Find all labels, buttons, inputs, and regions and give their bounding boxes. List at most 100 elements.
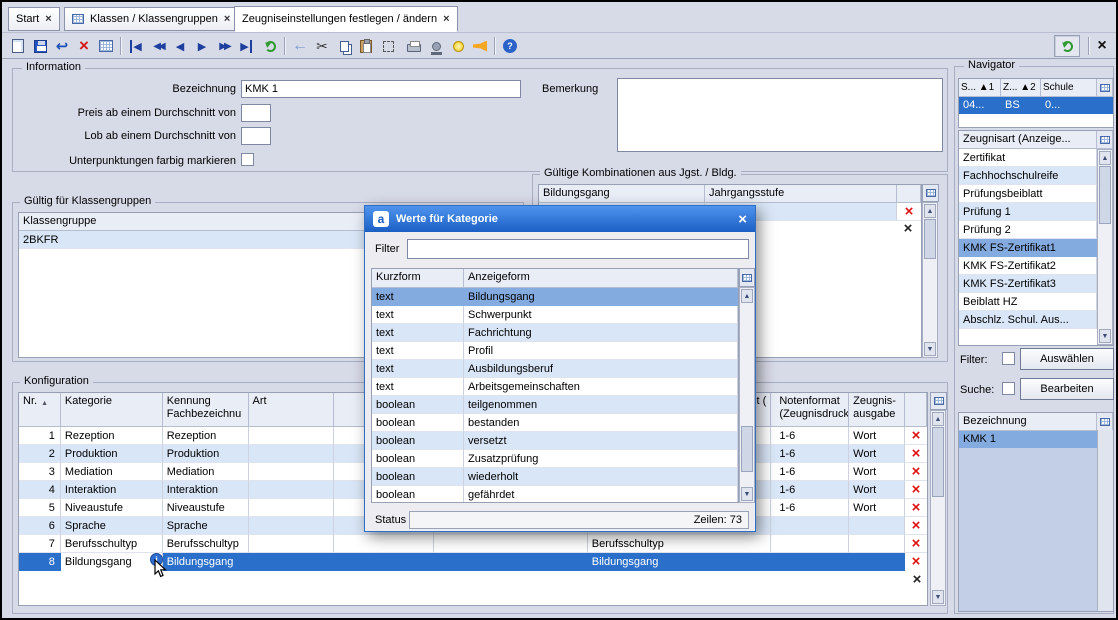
select-area-button[interactable] <box>378 36 398 56</box>
delete-row-button[interactable]: × <box>905 427 927 445</box>
cell-kategorie-editing[interactable]: Bildungsgang <box>61 553 163 571</box>
table-row[interactable]: textSchwerpunkt <box>372 306 738 324</box>
table-row[interactable]: 7 Berufsschultyp Berufsschultyp Berufssc… <box>19 535 927 553</box>
undo-button[interactable]: ↩ <box>52 36 72 56</box>
paste-button[interactable] <box>356 36 376 56</box>
column-header-notenformat[interactable]: Notenformat(Zeugnisdruck <box>771 393 849 427</box>
list-item-selected[interactable]: KMK FS-Zertifikat1 <box>959 239 1113 257</box>
column-header-zeugnisart[interactable]: Zeugnisart (Anzeige... <box>959 131 1097 149</box>
column-header-bildungsgang[interactable]: Bildungsgang <box>539 185 705 203</box>
delete-row-button[interactable]: × <box>905 535 927 553</box>
stamp-button[interactable] <box>426 36 446 56</box>
bezeichnung-scrollbar[interactable] <box>1097 430 1113 611</box>
table-row-selected[interactable]: textBildungsgang <box>372 288 738 306</box>
filter-input[interactable] <box>407 239 749 259</box>
clear-row-button[interactable]: × <box>906 572 928 587</box>
column-header-kurzform[interactable]: Kurzform <box>372 269 464 288</box>
cut-button[interactable]: ✂ <box>312 36 332 56</box>
new-document-button[interactable] <box>8 36 28 56</box>
column-header-kategorie[interactable]: Kategorie <box>61 393 163 427</box>
delete-button[interactable]: × <box>74 36 94 56</box>
table-menu-button[interactable] <box>1097 79 1113 97</box>
school-row-selected[interactable]: 04... BS 0... <box>959 97 1113 114</box>
save-button[interactable] <box>30 36 50 56</box>
back-button[interactable]: ← <box>290 36 310 56</box>
table-row[interactable]: booleanwiederholt <box>372 468 738 486</box>
list-item[interactable]: Zertifikat <box>959 149 1113 167</box>
print-button[interactable] <box>404 36 424 56</box>
column-header-z[interactable]: Z... ▲2 <box>1001 79 1041 97</box>
dialog-titlebar[interactable]: a Werte für Kategorie × <box>365 206 755 232</box>
column-header-s[interactable]: S... ▲1 <box>959 79 1001 97</box>
list-item[interactable]: KMK FS-Zertifikat3 <box>959 275 1113 293</box>
nav-first-button[interactable]: ◀ <box>126 36 146 56</box>
nav-prev-page-button[interactable]: ◀◀ <box>148 36 168 56</box>
komb-scrollbar[interactable]: ▲ ▼ <box>922 202 938 358</box>
column-header-bezeichnung[interactable]: Bezeichnung <box>959 413 1097 431</box>
tab-zeugniseinstellungen[interactable]: Zeugniseinstellungen festlegen / ändern … <box>234 6 458 32</box>
clear-row-button[interactable]: × <box>896 221 920 236</box>
help-button[interactable]: ? <box>500 36 520 56</box>
list-item[interactable]: Beiblatt HZ <box>959 293 1113 311</box>
list-item[interactable]: Fachhochschulreife <box>959 167 1113 185</box>
konfig-scrollbar[interactable]: ▲ ▼ <box>930 410 946 606</box>
scroll-thumb[interactable] <box>932 427 944 497</box>
table-row[interactable]: booleanZusatzprüfung <box>372 450 738 468</box>
list-item[interactable]: Prüfungsbeiblatt <box>959 185 1113 203</box>
close-panel-button[interactable]: × <box>1092 36 1112 56</box>
column-header-art[interactable]: Art <box>249 393 335 427</box>
list-item[interactable]: KMK FS-Zertifikat2 <box>959 257 1113 275</box>
auswaehlen-button[interactable]: Auswählen <box>1020 348 1114 370</box>
table-menu-button[interactable] <box>1097 131 1113 149</box>
refresh-view-button[interactable] <box>1054 35 1080 57</box>
table-row[interactable]: textArbeitsgemeinschaften <box>372 378 738 396</box>
scroll-down-icon[interactable]: ▼ <box>924 342 936 356</box>
tab-klassen[interactable]: Klassen / Klassengruppen × <box>64 7 238 31</box>
nav-last-button[interactable]: ▶ <box>236 36 256 56</box>
column-header-anzeigeform[interactable]: Anzeigeform <box>464 269 738 288</box>
announce-button[interactable] <box>470 36 490 56</box>
suche-checkbox[interactable] <box>1002 382 1015 395</box>
table-menu-button[interactable] <box>930 392 947 410</box>
scroll-down-icon[interactable]: ▼ <box>1099 329 1111 343</box>
table-row[interactable]: textAusbildungsberuf <box>372 360 738 378</box>
tab-start[interactable]: Start × <box>8 7 60 31</box>
column-header-zeugnisausgabe[interactable]: Zeugnis-ausgabe <box>849 393 905 427</box>
scroll-up-icon[interactable]: ▲ <box>924 204 936 218</box>
scroll-thumb[interactable] <box>741 426 753 472</box>
delete-row-button[interactable]: × <box>905 553 927 571</box>
tab-close-icon[interactable]: × <box>443 13 449 25</box>
scroll-up-icon[interactable]: ▲ <box>741 289 753 303</box>
bezeichnung-input[interactable] <box>241 80 521 98</box>
nav-next-page-button[interactable]: ▶▶ <box>214 36 234 56</box>
tab-close-icon[interactable]: × <box>224 13 230 25</box>
table-row[interactable]: textProfil <box>372 342 738 360</box>
column-header-jahrgangsstufe[interactable]: Jahrgangsstufe <box>705 185 897 203</box>
scroll-down-icon[interactable]: ▼ <box>932 590 944 604</box>
column-header-nr[interactable]: Nr.▲ <box>19 393 61 427</box>
hint-button[interactable] <box>448 36 468 56</box>
delete-row-button[interactable]: × <box>905 463 927 481</box>
unterpunktungen-checkbox[interactable] <box>241 153 254 166</box>
tab-close-icon[interactable]: × <box>45 13 51 25</box>
nav-next-button[interactable]: ▶ <box>192 36 212 56</box>
scroll-thumb[interactable] <box>924 219 936 259</box>
delete-row-button[interactable]: × <box>905 445 927 463</box>
list-item[interactable]: Prüfung 1 <box>959 203 1113 221</box>
table-menu-button[interactable] <box>1097 413 1113 431</box>
copy-button[interactable] <box>334 36 354 56</box>
column-header-kennung[interactable]: KennungFachbezeichnu <box>163 393 249 427</box>
preis-input[interactable] <box>241 104 271 122</box>
table-row[interactable]: booleanteilgenommen <box>372 396 738 414</box>
dialog-close-icon[interactable]: × <box>738 211 747 228</box>
bearbeiten-button[interactable]: Bearbeiten <box>1020 378 1114 400</box>
list-item-selected[interactable]: KMK 1 <box>959 431 1113 448</box>
table-menu-button[interactable] <box>922 184 939 202</box>
table-menu-button[interactable] <box>739 268 755 287</box>
filter-checkbox[interactable] <box>1002 352 1015 365</box>
nav-prev-button[interactable]: ◀ <box>170 36 190 56</box>
scroll-up-icon[interactable]: ▲ <box>932 412 944 426</box>
bemerkung-textarea[interactable] <box>617 78 943 152</box>
lob-input[interactable] <box>241 127 271 145</box>
delete-row-button[interactable]: × <box>905 499 927 517</box>
